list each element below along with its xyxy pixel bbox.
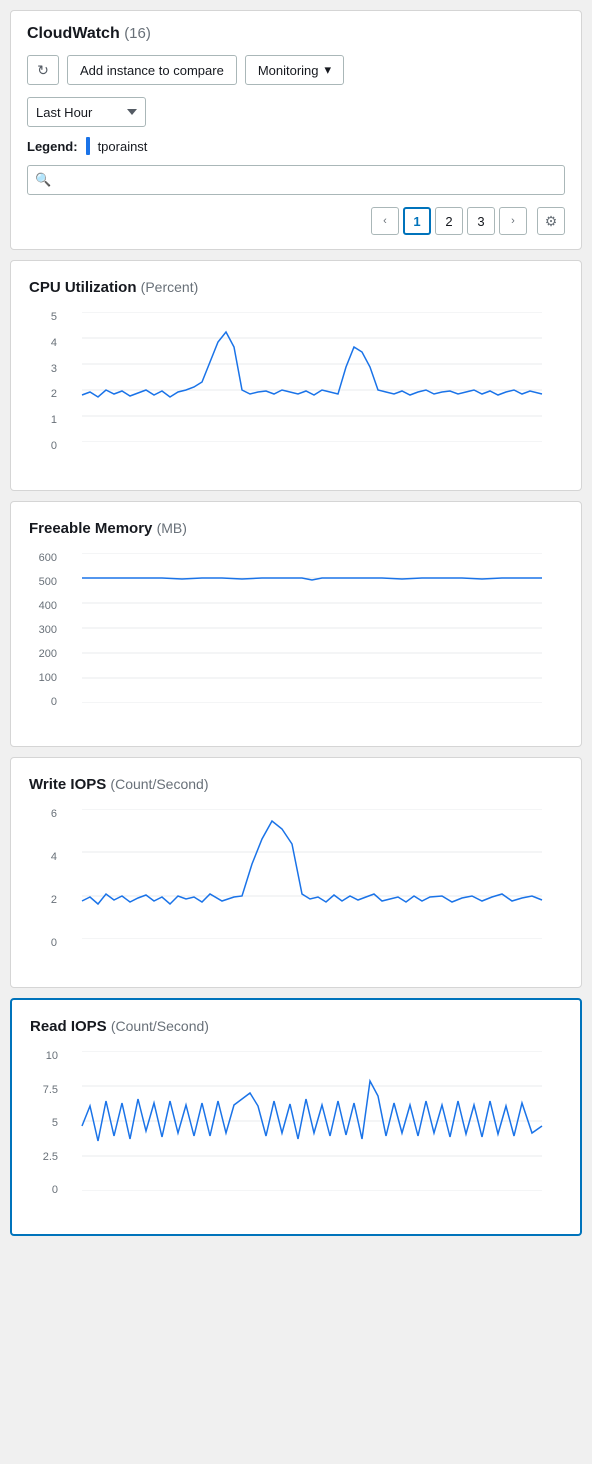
toolbar-row: ↻ Add instance to compare Monitoring ▾	[27, 55, 565, 85]
cpu-y-4: 4	[51, 338, 57, 349]
cpu-utilization-card: CPU Utilization (Percent) 5 4 3 2 1 0	[10, 260, 582, 491]
read-iops-y-25: 2.5	[43, 1152, 58, 1163]
legend-color-bar	[86, 137, 90, 155]
write-iops-title-text: Write IOPS	[29, 776, 106, 793]
prev-icon: ‹	[383, 215, 387, 227]
settings-icon: ⚙	[545, 213, 558, 230]
read-iops-y-labels: 10 7.5 5 2.5 0	[30, 1051, 58, 1196]
memory-chart-svg: 09/24 10:30 09/24 11:00	[61, 553, 563, 703]
write-iops-y-6: 6	[51, 809, 57, 820]
legend-instance-name: tporainst	[98, 139, 148, 154]
main-container: CloudWatch (16) ↻ Add instance to compar…	[0, 0, 592, 1256]
write-iops-chart-area: 6 4 2 0 09/24 10:30 09/24 11:00	[29, 809, 563, 969]
cpu-unit: (Percent)	[141, 279, 199, 295]
pagination-row: ‹ 1 2 3 › ⚙	[27, 207, 565, 235]
memory-y-100: 100	[39, 673, 57, 684]
add-instance-button[interactable]: Add instance to compare	[67, 55, 237, 85]
memory-y-200: 200	[39, 649, 57, 660]
search-wrapper: 🔍	[27, 165, 565, 195]
search-input[interactable]	[27, 165, 565, 195]
freeable-memory-card: Freeable Memory (MB) 600 500 400 300 200…	[10, 501, 582, 747]
cpu-y-labels: 5 4 3 2 1 0	[29, 312, 57, 452]
legend-row: Legend: tporainst	[27, 137, 565, 155]
write-iops-unit: (Count/Second)	[110, 776, 208, 792]
memory-y-labels: 600 500 400 300 200 100 0	[29, 553, 57, 708]
cpu-y-0: 0	[51, 441, 57, 452]
write-iops-title: Write IOPS (Count/Second)	[29, 776, 563, 793]
memory-y-400: 400	[39, 601, 57, 612]
prev-page-button[interactable]: ‹	[371, 207, 399, 235]
settings-button[interactable]: ⚙	[537, 207, 565, 235]
cpu-title-text: CPU Utilization	[29, 279, 137, 296]
read-iops-title-text: Read IOPS	[30, 1018, 107, 1035]
cpu-y-3: 3	[51, 364, 57, 375]
page-3-label: 3	[477, 214, 484, 229]
write-iops-y-4: 4	[51, 852, 57, 863]
cloudwatch-title: CloudWatch (16)	[27, 25, 565, 43]
memory-y-600: 600	[39, 553, 57, 564]
write-iops-y-0: 0	[51, 938, 57, 949]
cpu-chart-area: 5 4 3 2 1 0 09/24 10:30 09/24	[29, 312, 563, 472]
cpu-y-2: 2	[51, 389, 57, 400]
memory-title-text: Freeable Memory	[29, 520, 152, 537]
time-range-select[interactable]: Last Hour Last 3 Hours Last 24 Hours Las…	[27, 97, 146, 127]
dropdown-row: Last Hour Last 3 Hours Last 24 Hours Las…	[27, 97, 565, 127]
write-iops-card: Write IOPS (Count/Second) 6 4 2 0 09/24 …	[10, 757, 582, 988]
read-iops-chart-area: 10 7.5 5 2.5 0 09/24 10:30 09/24 11:00	[30, 1051, 562, 1216]
monitoring-label: Monitoring	[258, 63, 319, 78]
search-icon: 🔍	[35, 172, 51, 188]
read-iops-y-75: 7.5	[43, 1085, 58, 1096]
monitoring-dropdown-arrow: ▾	[325, 62, 332, 78]
page-1-button[interactable]: 1	[403, 207, 431, 235]
memory-y-300: 300	[39, 625, 57, 636]
memory-unit: (MB)	[157, 520, 187, 536]
write-iops-y-2: 2	[51, 895, 57, 906]
refresh-icon: ↻	[37, 62, 49, 79]
next-page-button[interactable]: ›	[499, 207, 527, 235]
write-iops-chart-svg: 09/24 10:30 09/24 11:00	[61, 809, 563, 939]
read-iops-y-10: 10	[46, 1051, 58, 1062]
page-3-button[interactable]: 3	[467, 207, 495, 235]
memory-title: Freeable Memory (MB)	[29, 520, 563, 537]
page-1-label: 1	[413, 214, 420, 229]
monitoring-button[interactable]: Monitoring ▾	[245, 55, 344, 85]
search-row: 🔍	[27, 165, 565, 195]
read-iops-y-5: 5	[52, 1118, 58, 1129]
cpu-chart-svg: 09/24 10:30 09/24 11:00	[61, 312, 563, 442]
read-iops-card: Read IOPS (Count/Second) 10 7.5 5 2.5 0 …	[10, 998, 582, 1236]
memory-chart-area: 600 500 400 300 200 100 0 09/24	[29, 553, 563, 728]
page-2-label: 2	[445, 214, 452, 229]
memory-y-500: 500	[39, 577, 57, 588]
title-text: CloudWatch	[27, 25, 120, 42]
cloudwatch-count: (16)	[124, 25, 151, 42]
cpu-y-1: 1	[51, 415, 57, 426]
next-icon: ›	[511, 215, 515, 227]
cpu-title: CPU Utilization (Percent)	[29, 279, 563, 296]
read-iops-chart-svg: 09/24 10:30 09/24 11:00	[62, 1051, 562, 1191]
header-section: CloudWatch (16) ↻ Add instance to compar…	[10, 10, 582, 250]
memory-y-0: 0	[51, 697, 57, 708]
page-2-button[interactable]: 2	[435, 207, 463, 235]
read-iops-unit: (Count/Second)	[111, 1018, 209, 1034]
refresh-button[interactable]: ↻	[27, 55, 59, 85]
read-iops-y-0: 0	[52, 1185, 58, 1196]
cpu-y-5: 5	[51, 312, 57, 323]
read-iops-title: Read IOPS (Count/Second)	[30, 1018, 562, 1035]
legend-label: Legend:	[27, 139, 78, 154]
write-iops-y-labels: 6 4 2 0	[29, 809, 57, 949]
